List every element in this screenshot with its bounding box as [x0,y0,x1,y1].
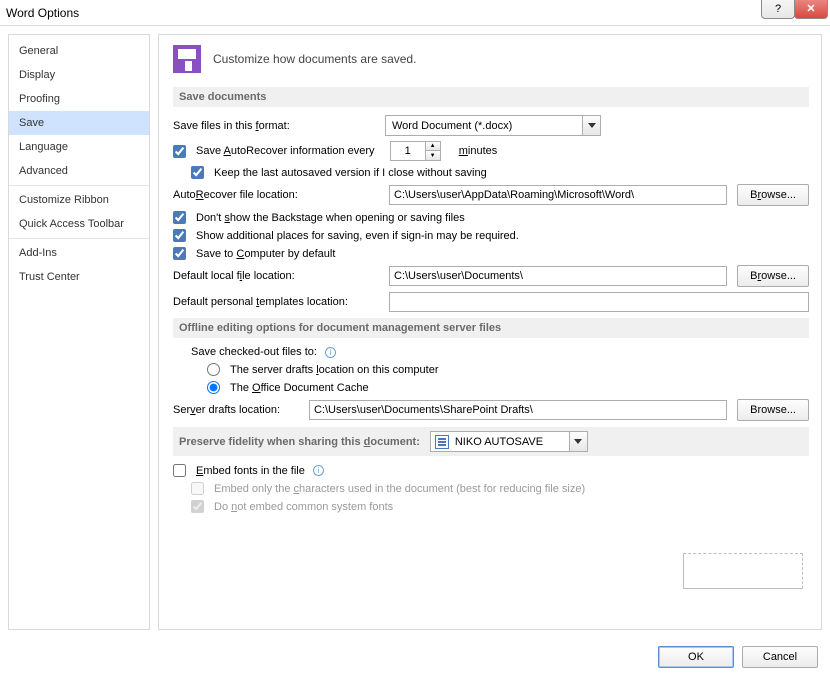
sidebar-item-display[interactable]: Display [9,63,149,87]
sidebar-item-proofing[interactable]: Proofing [9,87,149,111]
help-button[interactable]: ? [761,0,795,19]
autorecover-minutes-input[interactable] [391,142,425,160]
spin-down-icon[interactable]: ▼ [426,151,440,160]
embed-only-chars-checkbox [191,482,204,495]
save-computer-checkbox[interactable] [173,247,186,260]
placeholder-box [683,553,803,589]
embed-fonts-label: Embed fonts in the file [196,465,305,477]
chevron-down-icon[interactable] [569,432,587,451]
server-drafts-loc-label: Server drafts location: [173,404,299,416]
dont-show-backstage-label: Don't show the Backstage when opening or… [196,212,465,224]
info-icon[interactable]: i [325,347,336,358]
sidebar-item-qat[interactable]: Quick Access Toolbar [9,212,149,236]
close-button[interactable]: ✕ [794,0,828,19]
sidebar-item-trust-center[interactable]: Trust Center [9,265,149,289]
spin-up-icon[interactable]: ▲ [426,142,440,151]
do-not-embed-common-checkbox [191,500,204,513]
office-cache-radio[interactable] [207,381,220,394]
autorecover-location-input[interactable] [389,185,727,205]
dialog-footer: OK Cancel [658,646,818,668]
window-buttons: ? ✕ [762,0,828,19]
section-offline-editing: Offline editing options for document man… [173,318,809,338]
save-computer-label: Save to Computer by default [196,248,335,260]
sidebar-item-addins[interactable]: Add-Ins [9,238,149,265]
section-preserve-fidelity: Preserve fidelity when sharing this docu… [173,427,809,456]
keep-last-label: Keep the last autosaved version if I clo… [214,167,487,179]
preserve-doc-name: NIKO AUTOSAVE [449,436,569,448]
autorecover-minutes-spinner[interactable]: ▲▼ [390,141,441,161]
sidebar-item-advanced[interactable]: Advanced [9,159,149,183]
embed-only-chars-label: Embed only the characters used in the do… [214,483,585,495]
autorecover-label: Save AutoRecover information every [196,145,375,157]
sidebar-item-general[interactable]: General [9,39,149,63]
document-icon [435,435,449,449]
sidebar-item-language[interactable]: Language [9,135,149,159]
section-save-documents: Save documents [173,87,809,107]
default-templates-label: Default personal templates location: [173,296,379,308]
main-panel: Customize how documents are saved. Save … [158,34,822,630]
autorecover-checkbox[interactable] [173,145,186,158]
chevron-down-icon[interactable] [582,116,600,135]
preserve-doc-select[interactable]: NIKO AUTOSAVE [430,431,588,452]
keep-last-checkbox[interactable] [191,166,204,179]
server-drafts-radio[interactable] [207,363,220,376]
minutes-label: minutes [459,145,498,157]
titlebar: Word Options ? ✕ [0,0,830,26]
page-title: Customize how documents are saved. [213,52,416,66]
browse-server-drafts-button[interactable]: Browse... [737,399,809,421]
cancel-button[interactable]: Cancel [742,646,818,668]
office-cache-label: The Office Document Cache [230,382,369,394]
embed-fonts-checkbox[interactable] [173,464,186,477]
sidebar-item-save[interactable]: Save [9,111,149,135]
browse-autorecover-button[interactable]: Browse... [737,184,809,206]
ok-button[interactable]: OK [658,646,734,668]
default-local-input[interactable] [389,266,727,286]
do-not-embed-common-label: Do not embed common system fonts [214,501,393,513]
format-select[interactable]: Word Document (*.docx) [385,115,601,136]
checked-out-label: Save checked-out files to: [191,346,317,358]
preserve-fidelity-label: Preserve fidelity when sharing this docu… [179,436,420,448]
dont-show-backstage-checkbox[interactable] [173,211,186,224]
sidebar: General Display Proofing Save Language A… [8,34,150,630]
save-icon [173,45,201,73]
format-label: Save files in this format: [173,120,379,132]
show-additional-label: Show additional places for saving, even … [196,230,519,242]
autorecover-location-label: AutoRecover file location: [173,189,379,201]
default-templates-input[interactable] [389,292,809,312]
window-title: Word Options [6,6,79,20]
format-value: Word Document (*.docx) [386,120,582,132]
browse-default-local-button[interactable]: Browse... [737,265,809,287]
info-icon[interactable]: i [313,465,324,476]
default-local-label: Default local file location: [173,270,379,282]
sidebar-item-customize-ribbon[interactable]: Customize Ribbon [9,185,149,212]
show-additional-checkbox[interactable] [173,229,186,242]
server-drafts-loc-input[interactable] [309,400,727,420]
server-drafts-label: The server drafts location on this compu… [230,364,439,376]
